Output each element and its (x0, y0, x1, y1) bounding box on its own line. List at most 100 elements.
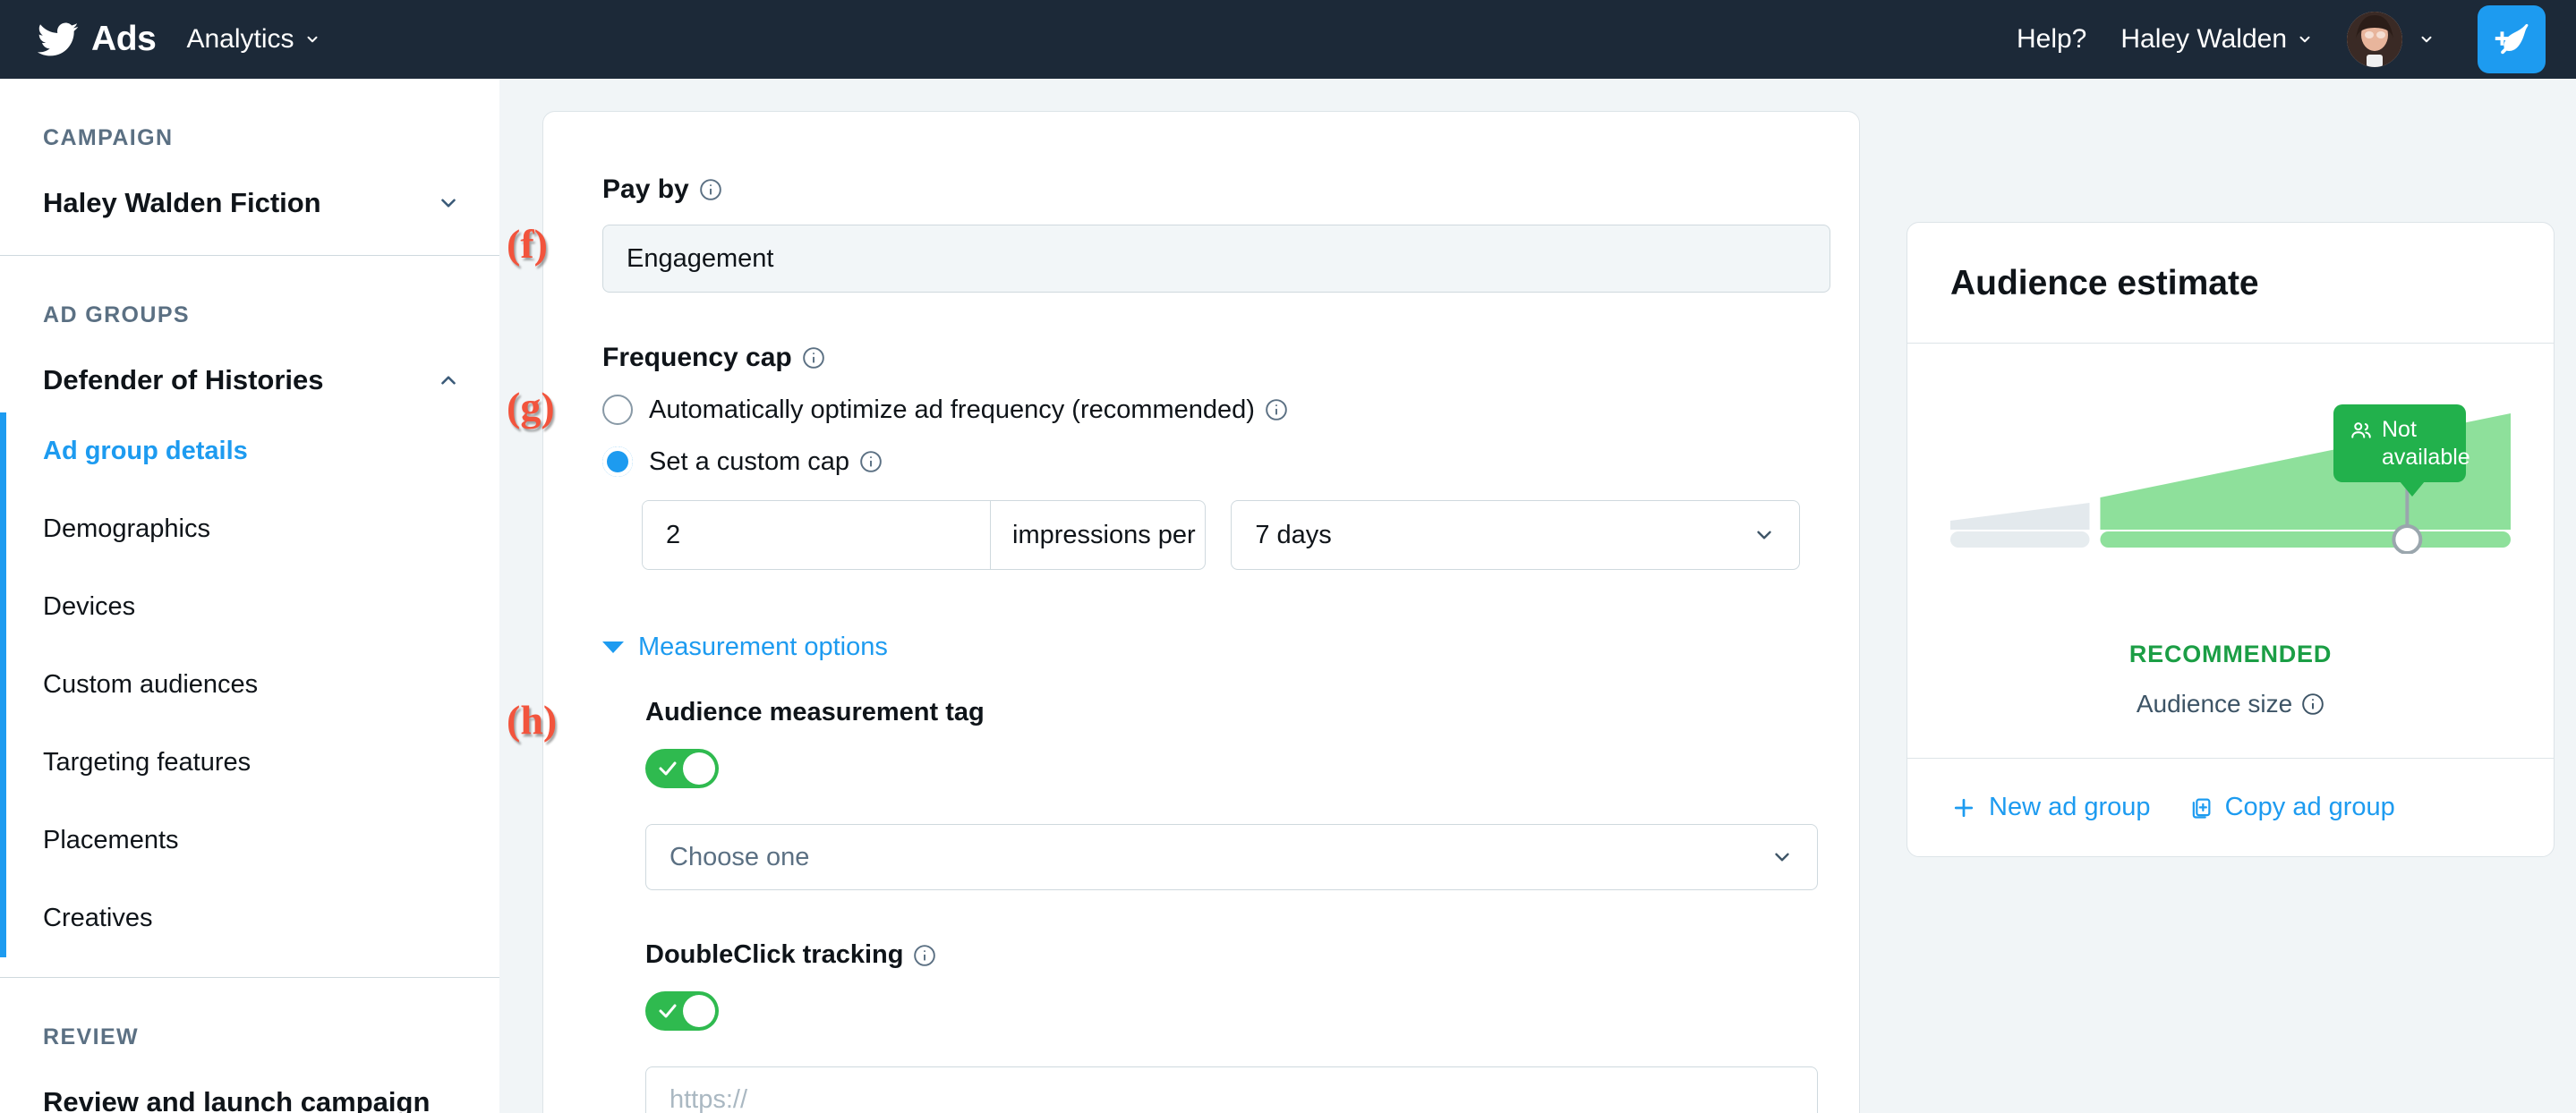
sidebar-item-label: Ad group details (43, 437, 248, 465)
frequency-cap-inputs: impressions per 7 days (642, 500, 1800, 570)
sidebar-item-label: Demographics (43, 514, 210, 543)
top-navigation-bar: Ads Analytics Help? Haley Walden (0, 0, 2576, 79)
sidebar-review-heading: REVIEW (43, 1024, 140, 1049)
pay-by-label: Pay by (602, 174, 689, 204)
audience-estimate-column: Audience estimate Not available RECOMMEN… (1860, 79, 2555, 1113)
help-link[interactable]: Help? (2017, 24, 2086, 55)
checkmark-icon (657, 1000, 678, 1022)
main-content-area: (f) (g) (h) Pay by Engagement Frequency … (499, 79, 2576, 1113)
audience-measurement-tag-label-row: Audience measurement tag (645, 698, 1800, 727)
sidebar-adgroup-row[interactable]: Defender of Histories (43, 364, 499, 396)
info-icon[interactable] (1265, 398, 1288, 421)
profile-menu[interactable] (2347, 12, 2435, 67)
new-ad-group-label: New ad group (1989, 793, 2151, 821)
radio-button-unselected-icon (602, 395, 633, 425)
content-gutter (499, 79, 542, 1113)
audience-estimate-badge-text: Not available (2382, 417, 2470, 470)
sidebar-item-targeting-features[interactable]: Targeting features (0, 724, 499, 802)
sidebar: CAMPAIGN Haley Walden Fiction AD GROUPS … (0, 79, 499, 1113)
new-ad-group-button[interactable]: New ad group (1950, 793, 2151, 822)
sidebar-item-devices[interactable]: Devices (0, 568, 499, 646)
radio-button-selected-icon (602, 446, 633, 477)
pay-by-value: Engagement (627, 243, 774, 273)
sidebar-campaign-heading: CAMPAIGN (43, 125, 174, 150)
impressions-suffix-label: impressions per (990, 501, 1205, 569)
sidebar-adgroup-sublist: Ad group details Demographics Devices Cu… (0, 412, 499, 957)
sidebar-item-ad-group-details[interactable]: Ad group details (0, 412, 499, 490)
frequency-cap-label: Frequency cap (602, 343, 792, 372)
doubleclick-tracking-label: DoubleClick tracking (645, 940, 904, 969)
radio-custom-cap[interactable]: Set a custom cap (602, 446, 1800, 477)
sidebar-adgroups-section: AD GROUPS Defender of Histories (0, 256, 499, 396)
triangle-down-icon (602, 641, 624, 653)
audience-measurement-tag-label: Audience measurement tag (645, 698, 985, 726)
impressions-input-group: impressions per (642, 500, 1207, 570)
sidebar-item-label: Placements (43, 826, 179, 854)
doubleclick-tracking-toggle[interactable] (645, 991, 719, 1031)
frequency-cap-field-group: Frequency cap Automatically optimize ad … (602, 343, 1800, 570)
sidebar-review-section: REVIEW Review and launch campaign (0, 978, 499, 1113)
compose-tweet-icon (2495, 23, 2529, 55)
nav-left-group: Ads Analytics (36, 18, 320, 61)
copy-icon (2188, 795, 2213, 820)
frequency-period-value: 7 days (1255, 520, 1332, 549)
measurement-options-section: Measurement options Audience measurement… (602, 633, 1818, 1113)
compose-tweet-button[interactable] (2478, 5, 2546, 73)
radio-auto-optimize-label-row: Automatically optimize ad frequency (rec… (649, 395, 1288, 425)
radio-auto-optimize-label: Automatically optimize ad frequency (rec… (649, 395, 1255, 424)
frequency-period-select[interactable]: 7 days (1231, 500, 1800, 570)
recommended-label: RECOMMENDED (2128, 641, 2333, 667)
copy-ad-group-button[interactable]: Copy ad group (2188, 793, 2395, 822)
chevron-down-icon (304, 31, 320, 47)
measurement-options-toggle[interactable]: Measurement options (602, 633, 1800, 662)
pay-by-label-row: Pay by (602, 174, 1800, 205)
audience-size-row: Audience size (1907, 690, 2554, 718)
account-menu[interactable]: Haley Walden (2120, 24, 2313, 55)
audience-measurement-tag-select[interactable]: Choose one (645, 824, 1818, 890)
chevron-down-icon (1770, 845, 1794, 869)
brand-text: Ads (91, 20, 157, 58)
twitter-bird-icon (36, 18, 79, 61)
frequency-cap-label-row: Frequency cap (602, 343, 1800, 373)
sidebar-item-placements[interactable]: Placements (0, 802, 499, 879)
audience-measurement-tag-toggle[interactable] (645, 749, 719, 788)
sidebar-item-label: Targeting features (43, 748, 252, 777)
radio-custom-cap-label-row: Set a custom cap (649, 447, 883, 477)
info-icon[interactable] (913, 944, 936, 967)
info-icon[interactable] (2301, 692, 2324, 716)
sidebar-item-review-and-launch[interactable]: Review and launch campaign (43, 1086, 499, 1113)
ad-group-details-form: Pay by Engagement Frequency cap Automati… (542, 111, 1860, 1113)
nav-item-analytics[interactable]: Analytics (186, 24, 320, 55)
avatar (2347, 12, 2402, 67)
sidebar-campaign-section: CAMPAIGN Haley Walden Fiction (0, 79, 499, 255)
sidebar-item-demographics[interactable]: Demographics (0, 490, 499, 568)
chevron-down-icon (2297, 31, 2313, 47)
brand-logo[interactable]: Ads (36, 18, 157, 61)
sidebar-review-label: Review and launch campaign (43, 1086, 431, 1113)
sidebar-item-creatives[interactable]: Creatives (0, 879, 499, 957)
impressions-count-input[interactable] (643, 501, 990, 569)
help-label: Help? (2016, 24, 2087, 54)
audience-size-gauge: Not available (1950, 397, 2511, 621)
audience-measurement-tag-select-placeholder: Choose one (670, 842, 810, 871)
audience-estimate-footer: New ad group Copy ad group (1907, 758, 2554, 856)
chevron-down-icon (437, 191, 460, 215)
sidebar-item-custom-audiences[interactable]: Custom audiences (0, 646, 499, 724)
account-name-label: Haley Walden (2120, 24, 2287, 54)
info-icon[interactable] (859, 450, 883, 473)
page-shell: CAMPAIGN Haley Walden Fiction AD GROUPS … (0, 79, 2576, 1113)
nav-item-analytics-label: Analytics (186, 24, 294, 54)
sidebar-campaign-row[interactable]: Haley Walden Fiction (43, 187, 499, 219)
people-icon (2350, 419, 2373, 442)
info-icon[interactable] (699, 178, 722, 201)
sidebar-item-label: Devices (43, 592, 136, 621)
checkmark-icon (657, 758, 678, 779)
info-icon[interactable] (802, 346, 825, 370)
badge-pointer (2400, 481, 2425, 497)
sidebar-campaign-name: Haley Walden Fiction (43, 187, 321, 218)
nav-right-group: Help? Haley Walden (2017, 5, 2546, 73)
pay-by-value-field: Engagement (602, 225, 1830, 293)
radio-auto-optimize[interactable]: Automatically optimize ad frequency (rec… (602, 395, 1800, 425)
doubleclick-tracking-url-input[interactable] (645, 1066, 1818, 1113)
audience-size-label: Audience size (2136, 690, 2293, 718)
